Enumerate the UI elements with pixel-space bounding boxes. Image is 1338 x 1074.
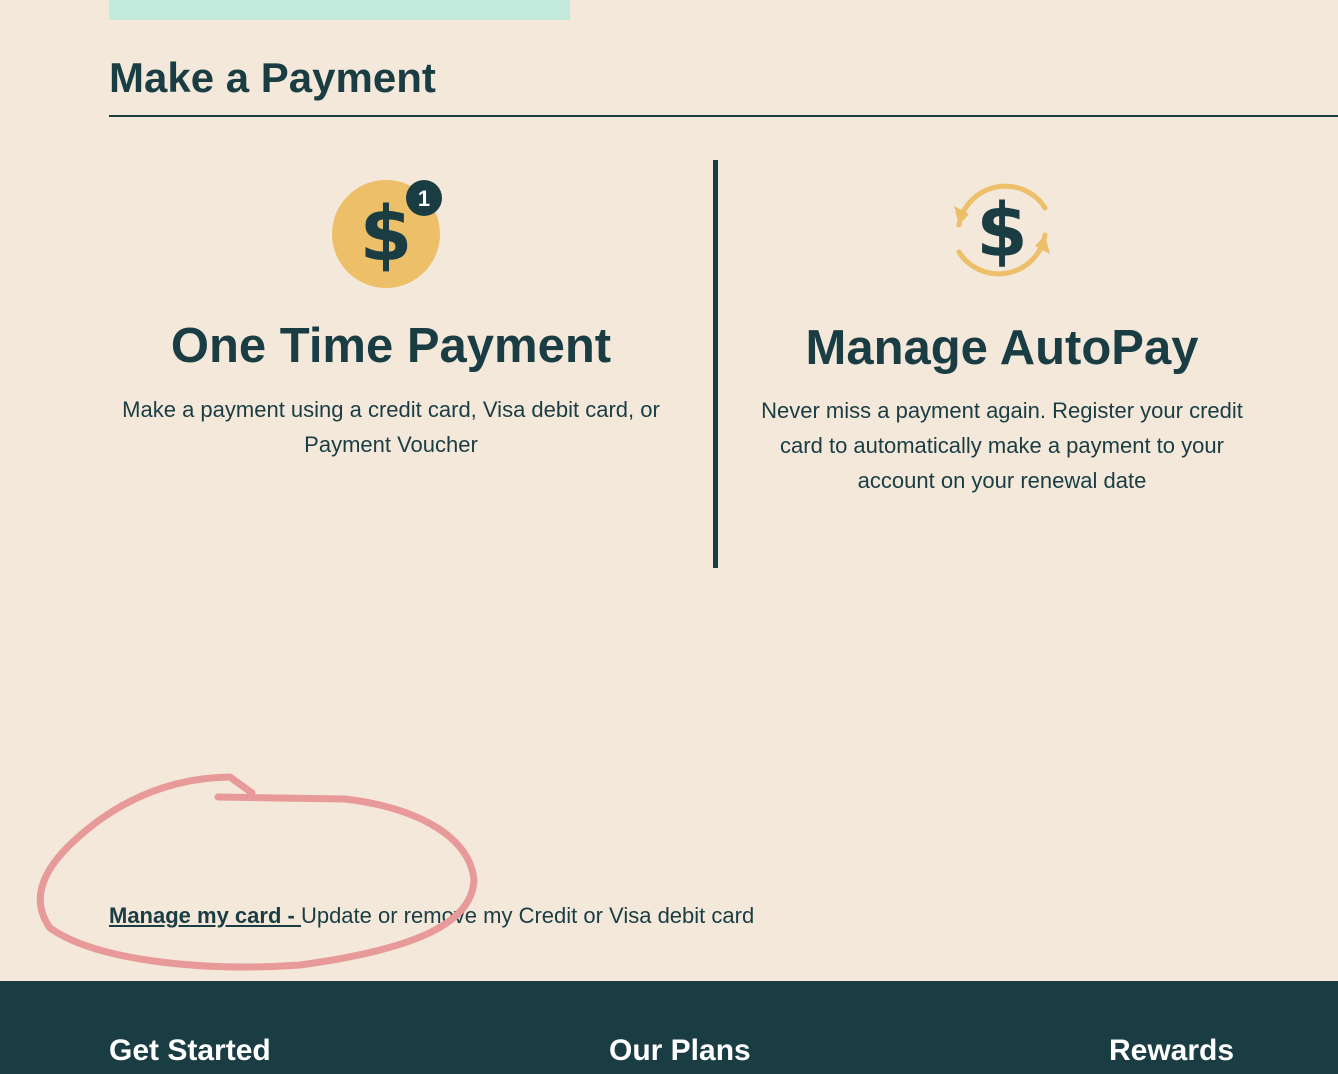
- badge-count: 1: [418, 186, 430, 211]
- svg-text:$: $: [976, 188, 1028, 274]
- one-time-payment-heading: One Time Payment: [170, 319, 612, 373]
- manage-my-card-link[interactable]: Manage my card -: [109, 903, 301, 928]
- page-title: Make a Payment: [109, 54, 436, 101]
- manage-card-description: Update or remove my Credit or Visa debit…: [300, 903, 755, 928]
- svg-text:$: $: [360, 189, 413, 278]
- manage-card-row: Manage my card - Update or remove my Cre…: [109, 902, 754, 930]
- one-time-payment-card[interactable]: $ 1 One Time Payment Make a payment usin…: [109, 160, 673, 462]
- footer-link-our-plans[interactable]: Our Plans: [609, 1033, 751, 1069]
- vertical-divider: [713, 160, 718, 568]
- dollar-refresh-icon: $: [954, 183, 1050, 277]
- manage-autopay-description: Never miss a payment again. Register you…: [761, 398, 1243, 493]
- footer-link-get-started[interactable]: Get Started: [109, 1033, 271, 1069]
- footer: Get Started Our Plans Rewards: [0, 981, 1338, 1074]
- manage-autopay-heading: Manage AutoPay: [805, 321, 1199, 375]
- dollar-coin-icon: $ 1: [332, 180, 442, 288]
- one-time-payment-description: Make a payment using a credit card, Visa…: [122, 397, 660, 457]
- top-banner: [109, 0, 570, 20]
- footer-link-rewards[interactable]: Rewards: [1109, 1033, 1234, 1069]
- manage-autopay-card[interactable]: $ Manage AutoPay Never miss a payment ag…: [740, 160, 1264, 498]
- title-divider: [109, 115, 1338, 117]
